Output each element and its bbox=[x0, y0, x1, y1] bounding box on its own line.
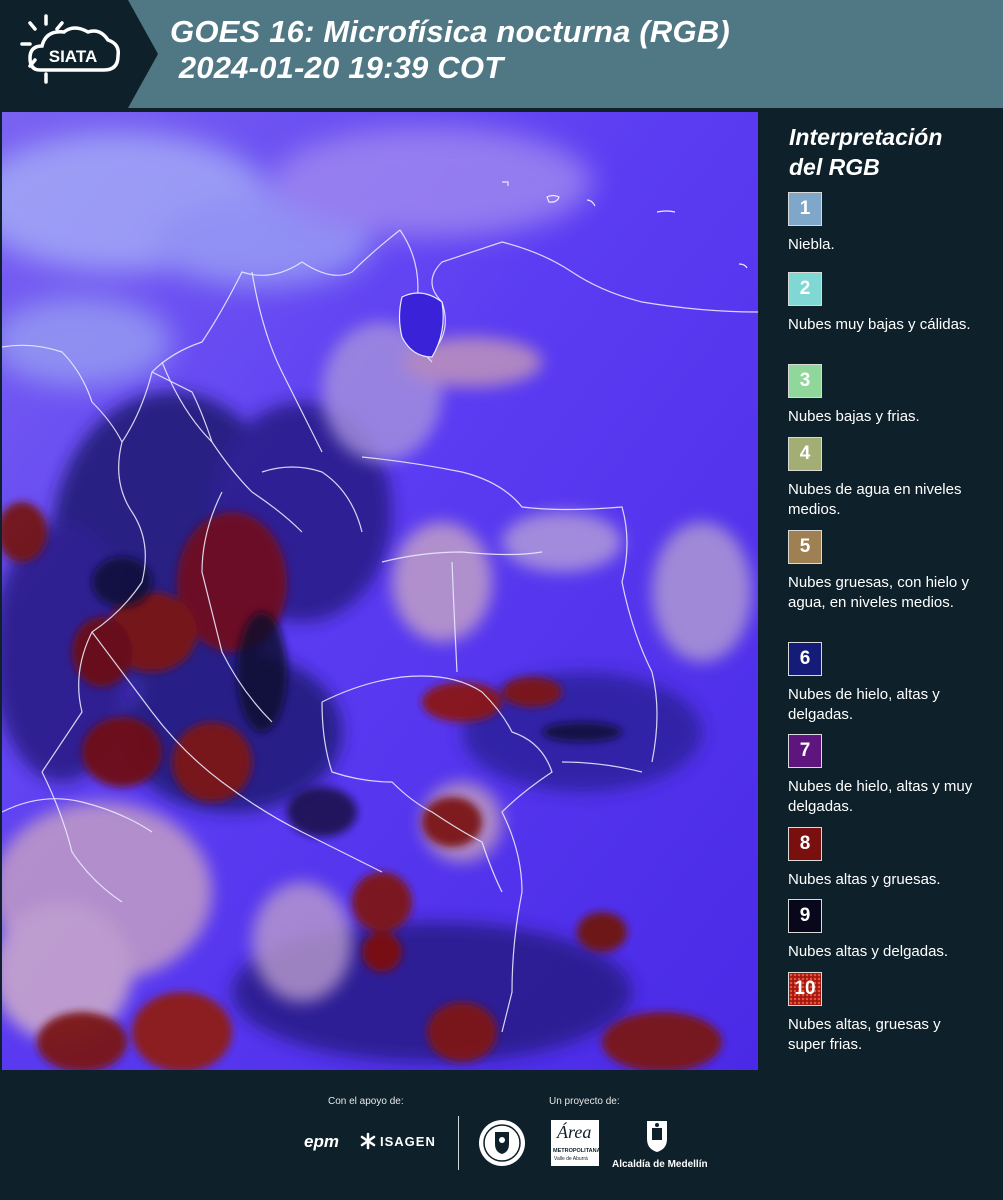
swatch-5: 5 bbox=[788, 530, 822, 564]
swatch-6: 6 bbox=[788, 642, 822, 676]
legend-text-6: Nubes de hielo, altas y delgadas. bbox=[788, 686, 940, 723]
swatch-9: 9 bbox=[788, 899, 822, 933]
legend-item-5: 5 Nubes gruesas, con hielo y agua, en ni… bbox=[788, 530, 988, 613]
legend-text-4: Nubes de agua en niveles medios. bbox=[788, 481, 962, 518]
page-title: GOES 16: Microfísica nocturna (RGB) 2024… bbox=[170, 14, 730, 86]
legend-item-4: 4 Nubes de agua en niveles medios. bbox=[788, 437, 988, 520]
title-line-2: 2024-01-20 19:39 COT bbox=[170, 50, 504, 85]
legend-text-10: Nubes altas, gruesas y super frias. bbox=[788, 1016, 941, 1053]
logo-text: SIATA bbox=[49, 47, 97, 66]
legend-item-8: 8 Nubes altas y gruesas. bbox=[788, 827, 988, 890]
swatch-8: 8 bbox=[788, 827, 822, 861]
legend-title-line-2: del RGB bbox=[789, 154, 880, 180]
footer: Con el apoyo de: Un proyecto de: epm ISA… bbox=[0, 1070, 1003, 1200]
swatch-7: 7 bbox=[788, 734, 822, 768]
legend-title-line-1: Interpretación bbox=[789, 124, 943, 150]
footer-divider bbox=[458, 1116, 459, 1170]
area-logo-sub2: Valle de Aburrá bbox=[554, 1156, 588, 1162]
legend-item-3: 3 Nubes bajas y frias. bbox=[788, 364, 988, 427]
swatch-4: 4 bbox=[788, 437, 822, 471]
isagen-star-icon bbox=[359, 1132, 377, 1150]
siata-logo: SIATA bbox=[0, 0, 160, 108]
legend-text-7: Nubes de hielo, altas y muy delgadas. bbox=[788, 778, 973, 815]
legend-item-1: 1 Niebla. bbox=[788, 192, 988, 255]
alcaldia-shield-icon bbox=[644, 1118, 670, 1154]
project-label: Un proyecto de: bbox=[549, 1096, 620, 1107]
header-bar: SIATA GOES 16: Microfísica nocturna (RGB… bbox=[0, 0, 1003, 108]
alcaldia-label: Alcaldía de Medellín bbox=[612, 1159, 708, 1170]
title-line-1: GOES 16: Microfísica nocturna (RGB) bbox=[170, 14, 730, 49]
swatch-2: 2 bbox=[788, 272, 822, 306]
legend-item-7: 7 Nubes de hielo, altas y muy delgadas. bbox=[788, 734, 988, 817]
legend-item-6: 6 Nubes de hielo, altas y delgadas. bbox=[788, 642, 988, 725]
epm-logo: epm bbox=[304, 1132, 339, 1151]
legend-text-3: Nubes bajas y frias. bbox=[788, 408, 920, 425]
support-label: Con el apoyo de: bbox=[328, 1096, 404, 1107]
seal-logo bbox=[477, 1118, 527, 1168]
area-logo-sub: METROPOLITANA bbox=[553, 1148, 601, 1154]
swatch-3: 3 bbox=[788, 364, 822, 398]
legend-text-5: Nubes gruesas, con hielo y agua, en nive… bbox=[788, 574, 969, 611]
legend-text-8: Nubes altas y gruesas. bbox=[788, 871, 941, 888]
legend-text-9: Nubes altas y delgadas. bbox=[788, 943, 949, 960]
legend-text-1: Niebla. bbox=[788, 236, 835, 253]
area-metropolitana-logo: Área METROPOLITANA Valle de Aburrá bbox=[551, 1120, 601, 1166]
swatch-10: 10 bbox=[788, 972, 822, 1006]
legend-item-9: 9 Nubes altas y delgadas. bbox=[788, 899, 988, 962]
legend-item-2: 2 Nubes muy bajas y cálidas. bbox=[788, 272, 988, 335]
legend-panel: Interpretación del RGB 1 Niebla. 2 Nubes… bbox=[758, 108, 1003, 1070]
area-logo-text: Área bbox=[557, 1122, 592, 1142]
isagen-logo: ISAGEN bbox=[380, 1134, 436, 1149]
swatch-1: 1 bbox=[788, 192, 822, 226]
legend-item-10: 10 Nubes altas, gruesas y super frias. bbox=[788, 972, 988, 1055]
satellite-image bbox=[2, 112, 758, 1070]
legend-title: Interpretación del RGB bbox=[789, 122, 989, 182]
legend-text-2: Nubes muy bajas y cálidas. bbox=[788, 316, 971, 333]
